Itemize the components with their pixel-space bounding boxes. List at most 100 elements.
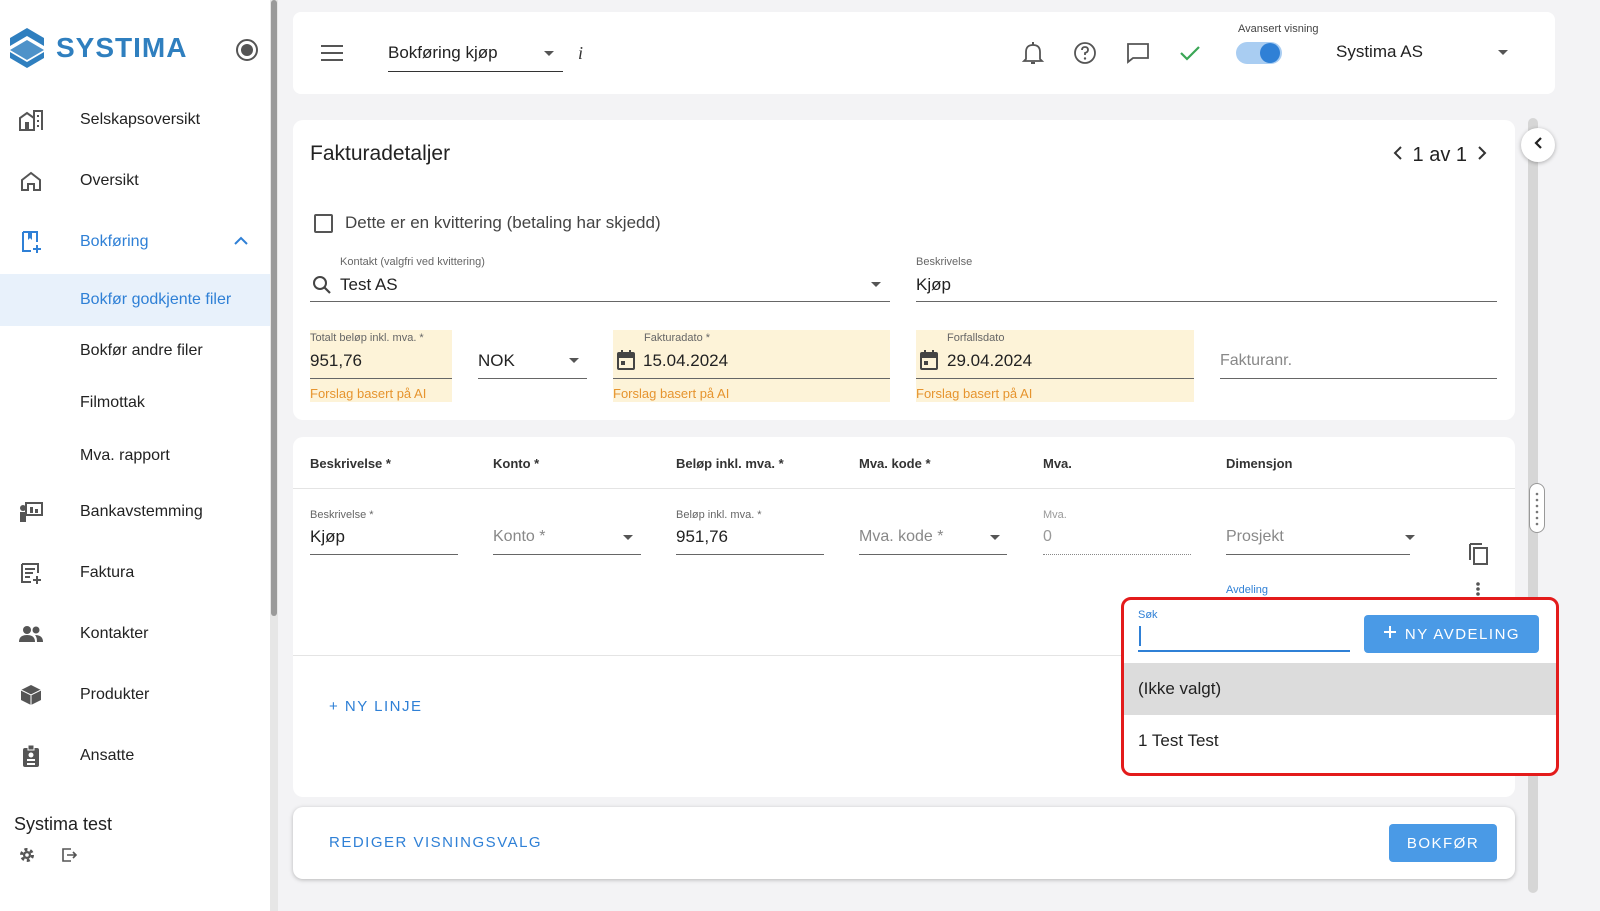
due-date-label: Forfallsdato [947, 332, 1005, 344]
line-project-select[interactable]: Prosjekt [1226, 528, 1284, 546]
products-icon [18, 682, 44, 708]
sidebar-item-filmottak[interactable]: Filmottak [0, 377, 270, 429]
line-department-label: Avdeling [1226, 584, 1268, 596]
chevron-down-icon[interactable] [1405, 535, 1415, 540]
collapse-panel-button[interactable] [1521, 128, 1555, 162]
column-header-mva: Mva. [1043, 456, 1072, 471]
sidebar-item-mva-rapport[interactable]: Mva. rapport [0, 430, 270, 482]
copy-icon[interactable] [1466, 540, 1490, 571]
top-bar: Bokføring kjøp i Avansert visning Systim… [293, 12, 1555, 94]
post-button[interactable]: BOKFØR [1389, 824, 1497, 862]
invoice-icon [18, 560, 44, 586]
sidebar-item-bankavstemming[interactable]: Bankavstemming [0, 486, 270, 538]
currency-underline [478, 378, 587, 379]
line-vat-field: 0 [1043, 528, 1052, 545]
line-account-select[interactable]: Konto * [493, 528, 545, 546]
calendar-icon[interactable] [616, 349, 636, 376]
line-vat-code-underline [859, 554, 1007, 555]
column-header-beskrivelse: Beskrivelse * [310, 456, 391, 471]
drag-dots-icon [1535, 492, 1539, 526]
drag-handle[interactable] [1529, 483, 1545, 533]
employees-icon [18, 743, 44, 769]
chevron-down-icon[interactable] [871, 282, 881, 287]
invoice-details-card: Fakturadetaljer 1 av 1 Dette er en kvitt… [293, 120, 1515, 420]
advanced-view-toggle[interactable] [1236, 42, 1282, 64]
new-line-button[interactable]: + NY LINJE [329, 698, 423, 715]
sidebar-item-oversikt[interactable]: Oversikt [0, 155, 270, 207]
record-icon[interactable] [236, 39, 258, 61]
chevron-down-icon[interactable] [569, 358, 579, 363]
header-divider [293, 488, 1515, 489]
home-icon [18, 168, 44, 194]
sidebar-item-bokfor-andre-filer[interactable]: Bokfør andre filer [0, 325, 270, 377]
page-select[interactable]: Bokføring kjøp [388, 34, 563, 72]
sidebar-item-faktura[interactable]: Faktura [0, 547, 270, 599]
chevron-left-icon[interactable] [1393, 144, 1403, 167]
total-amount-field[interactable]: 951,76 [310, 351, 362, 371]
line-description-field[interactable]: Kjøp [310, 527, 345, 547]
sidebar-item-produkter[interactable]: Produkter [0, 669, 270, 721]
sidebar-item-selskapsoversikt[interactable]: Selskapsoversikt [0, 94, 270, 146]
help-icon[interactable] [1072, 40, 1098, 66]
ai-hint: Forslag basert på AI [310, 386, 427, 401]
line-vat-code-select[interactable]: Mva. kode * [859, 528, 943, 546]
sidebar-item-label: Bankavstemming [80, 503, 203, 520]
page-select-value: Bokføring kjøp [388, 43, 498, 62]
ai-hint: Forslag basert på AI [613, 386, 730, 401]
line-amount-field[interactable]: 951,76 [676, 527, 728, 547]
chevron-down-icon[interactable] [1498, 50, 1508, 55]
sidebar-item-label: Bokfør andre filer [80, 342, 203, 359]
line-vat-label: Mva. [1043, 509, 1067, 521]
dropdown-option-not-selected[interactable]: (Ikke valgt) [1124, 663, 1556, 715]
description-field[interactable]: Kjøp [916, 275, 951, 295]
receipt-checkbox[interactable] [314, 214, 333, 233]
currency-select[interactable]: NOK [478, 351, 515, 371]
page-title: Fakturadetaljer [310, 142, 451, 165]
chevron-up-icon[interactable] [234, 233, 248, 251]
chevron-right-icon[interactable] [1477, 144, 1487, 167]
line-description-underline [310, 554, 458, 555]
sidebar-item-label: Mva. rapport [80, 447, 170, 464]
sidebar-item-kontakter[interactable]: Kontakter [0, 608, 270, 660]
bell-icon[interactable] [1020, 40, 1046, 66]
menu-icon[interactable] [321, 45, 343, 66]
total-label: Totalt beløp inkl. mva. * [310, 332, 424, 344]
due-date-field[interactable]: 29.04.2024 [947, 351, 1032, 371]
sidebar-item-ansatte[interactable]: Ansatte [0, 730, 270, 782]
search-input[interactable] [1138, 650, 1350, 652]
sidebar-item-label: Bokføring [80, 233, 149, 250]
edit-view-options-button[interactable]: REDIGER VISNINGSVALG [329, 834, 542, 851]
invoice-number-field[interactable]: Fakturanr. [1220, 352, 1292, 370]
pager: 1 av 1 [1393, 144, 1487, 167]
contact-field[interactable]: Test AS [340, 275, 398, 295]
advanced-view-label: Avansert visning [1238, 23, 1319, 35]
systima-logo-icon [10, 28, 44, 68]
invoice-date-field[interactable]: 15.04.2024 [643, 351, 728, 371]
dropdown-option-test[interactable]: 1 Test Test [1124, 715, 1556, 767]
check-icon[interactable] [1177, 40, 1203, 66]
department-dropdown: Søk NY AVDELING (Ikke valgt) 1 Test Test [1121, 597, 1559, 776]
bank-reconciliation-icon [18, 499, 44, 525]
info-icon[interactable]: i [578, 43, 583, 64]
sidebar-scrollbar[interactable] [271, 0, 277, 616]
bottom-action-bar: REDIGER VISNINGSVALG BOKFØR [293, 807, 1515, 879]
logout-icon[interactable] [60, 846, 78, 869]
logo-text: SYSTIMA [56, 32, 188, 63]
pager-text: 1 av 1 [1412, 144, 1467, 166]
ai-hint: Forslag basert på AI [916, 386, 1033, 401]
line-vat-underline [1043, 554, 1191, 555]
sidebar-item-bokfor-godkjente-filer[interactable]: Bokfør godkjente filer [0, 274, 270, 326]
sidebar-item-bokforing[interactable]: Bokføring [0, 216, 270, 268]
company-select[interactable]: Systima AS [1336, 42, 1423, 62]
column-header-dimensjon: Dimensjon [1226, 456, 1293, 471]
sidebar-item-label: Produkter [80, 686, 150, 703]
column-header-konto: Konto * [493, 456, 540, 471]
calendar-icon[interactable] [919, 349, 939, 376]
gear-icon[interactable] [18, 846, 36, 869]
logo[interactable]: SYSTIMA [8, 26, 187, 70]
chevron-down-icon[interactable] [623, 535, 633, 540]
plus-icon [1383, 625, 1397, 643]
chevron-down-icon[interactable] [990, 535, 1000, 540]
new-department-button[interactable]: NY AVDELING [1364, 615, 1539, 653]
chat-icon[interactable] [1125, 40, 1151, 66]
